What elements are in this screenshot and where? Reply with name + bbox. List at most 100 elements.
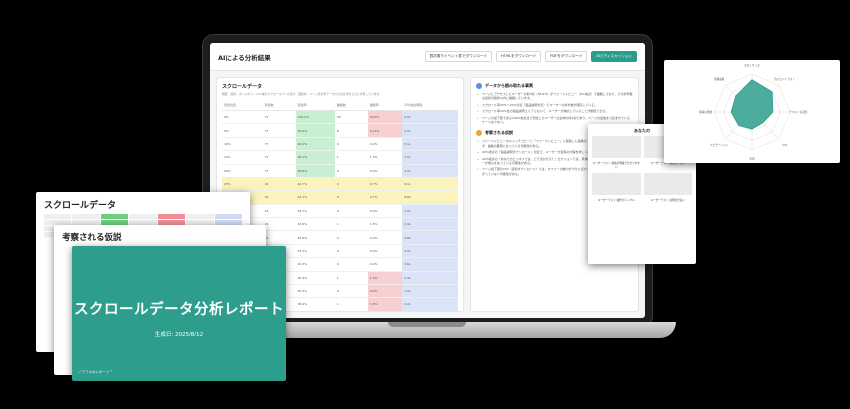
table-cell: 2.2s [402, 297, 458, 311]
table-cell: 0 [334, 284, 368, 299]
table-cell: 1 [334, 217, 368, 232]
mini-cell [157, 214, 186, 219]
table-row: 20% 77 46.8% 0 0.0% 4.2s [222, 164, 458, 178]
table-cell: 77 [262, 150, 296, 165]
table-cell: 48.1% [295, 137, 335, 152]
radar-label: テキスト可読性 [789, 110, 807, 114]
column-header[interactable]: 到達数 [262, 100, 296, 111]
radar-card: ボタンサイズ 色のコントラスト テキスト可読性 CTA 余白 ナビゲーション 情報の階層 画像… [664, 60, 840, 163]
table-row: 25% 16 44.7% 0 0.7% 8.1s [222, 177, 458, 192]
table-cell: 1 [334, 150, 368, 165]
table-cell: 77 [262, 164, 296, 178]
download-html-button[interactable]: HTMLをダウンロード [496, 51, 542, 62]
scroll-data-title: スクロールデータ [222, 84, 263, 90]
radar-label: CTA [782, 143, 787, 147]
table-cell: 50.6% [367, 110, 403, 125]
table-cell: 4.2s [402, 164, 458, 178]
table-cell: 40.3% [295, 284, 335, 299]
table-row: 35%1644.7%00.0%1.2s [222, 204, 458, 219]
table-cell: 77 [262, 123, 296, 138]
table-cell: 42.3% [295, 244, 335, 259]
table-cell: 44.7% [295, 177, 335, 192]
table-cell: 0 [334, 257, 368, 272]
table-cell: 8.8s [402, 190, 458, 205]
table-cell: 16 [262, 204, 296, 219]
table-cell: 3.6s [402, 257, 458, 272]
table-cell: 77 [262, 137, 296, 152]
mini-cell [214, 214, 242, 219]
column-header[interactable]: 離脱数 [334, 100, 368, 111]
list-item: スクロール率25%〜30%付近（製品説明付近）でユーザーの約半数が残存している。 [477, 103, 633, 108]
table-cell: 0.0% [367, 164, 403, 178]
column-header[interactable]: 離脱率 [367, 100, 403, 111]
table-cell: 5.1s [402, 137, 458, 152]
table-cell: 100.0% [295, 110, 335, 125]
page-title: AIによる分析結果 [218, 53, 271, 62]
table-cell: 1.3% [367, 297, 403, 311]
table-cell: 43.6% [295, 217, 335, 232]
download-events-button[interactable]: 週次周りイベント表でダウンロード [424, 51, 493, 62]
table-cell: 0.7% [367, 177, 403, 192]
table-cell: 40.3% [295, 271, 335, 285]
table-cell: 7.1s [402, 150, 458, 165]
column-header[interactable]: 到達位置 [222, 100, 263, 111]
radar-label: 情報の階層 [699, 110, 712, 114]
table-cell: 0 [334, 177, 368, 192]
table-row: 10% 77 48.1% 0 0.0% 5.1s [222, 137, 458, 152]
table-cell: 1.3% [367, 271, 403, 285]
table-cell: 2.0s [402, 311, 458, 312]
table-cell: 0 [334, 190, 368, 205]
table-cell: 4.1s [402, 244, 458, 259]
binoculars-icon [476, 83, 482, 89]
column-header[interactable]: 平均滞在時間 [402, 100, 458, 111]
radar-label: 余白 [749, 156, 755, 160]
report-title: スクロールデータ分析レポート [74, 302, 284, 318]
facts-section: データから読み取れる事実 ページにアクセスしたユーザーの約3割（38.9%）がフ… [476, 83, 633, 124]
table-cell: 44.7% [295, 204, 335, 219]
screenshot-placeholder [643, 173, 692, 195]
table-cell: 8 [334, 123, 368, 138]
table-cell: 16 [262, 177, 296, 192]
table-row: 5% 77 50.6% 8 10.4% 2.1s [222, 123, 458, 138]
radar-label: ボタンサイズ [744, 64, 760, 68]
hypotheses-title: 考察される仮説 [485, 130, 513, 136]
table-cell: 2.4s [402, 271, 458, 285]
radar-series [730, 79, 774, 130]
table-cell: 38.4% [296, 311, 335, 312]
table-cell: 0.0% [368, 311, 402, 312]
table-cell: 38.4% [295, 297, 335, 311]
download-pdf-button[interactable]: PDFをダウンロード [545, 51, 588, 62]
table-cell: 10% [222, 137, 263, 152]
mini-cell [129, 214, 157, 219]
mini-cell [186, 214, 214, 219]
table-cell: 1 [334, 271, 368, 285]
laptop-notch [388, 322, 466, 327]
table-cell: 0 [334, 164, 368, 178]
table-cell: 0.0% [367, 257, 403, 272]
table-cell: 1.3% [367, 217, 403, 232]
app-header: AIによる分析結果 週次周りイベント表でダウンロード HTMLをダウンロード P… [210, 43, 645, 71]
table-cell: 16 [262, 217, 296, 232]
table-cell: 39 [334, 110, 368, 125]
table-cell: 2.8s [402, 230, 458, 245]
table-cell: 48.1% [295, 150, 335, 165]
table-cell: 5% [222, 123, 263, 138]
table-cell: 2.4s [402, 217, 458, 232]
table-row: 30%1644.7%00.7%8.8s [222, 190, 458, 205]
screenshot-placeholder [592, 173, 641, 195]
table-cell: 0.7% [367, 190, 403, 205]
table-row: 15% 77 48.1% 1 1.3% 7.1s [222, 150, 458, 165]
slide1-title: スクロールデータ [44, 201, 117, 211]
table-cell: 0 [334, 204, 368, 219]
radar-label: 色のコントラスト [774, 77, 795, 81]
table-cell: 2.1s [402, 123, 458, 138]
radar-chart: ボタンサイズ色のコントラストテキスト可読性 CTA 余白 ナビゲーション 情報の階層 画像… [699, 64, 808, 161]
table-cell: 25% [222, 177, 263, 192]
table-cell: 44.7% [295, 190, 335, 205]
scroll-data-subtitle: 概要、指標、ボトルポイントFV等のスクロールバーの表示、閲覧率、ページ表示率デー… [222, 92, 382, 96]
table-cell: 0% [222, 110, 263, 125]
column-header[interactable]: 到達率 [295, 100, 335, 111]
table-cell: 42.3% [295, 257, 335, 272]
caption: ユーザーテスト 操作がシンプル [597, 199, 635, 202]
ai-discussion-button[interactable]: AIとディスカッション [591, 51, 637, 62]
